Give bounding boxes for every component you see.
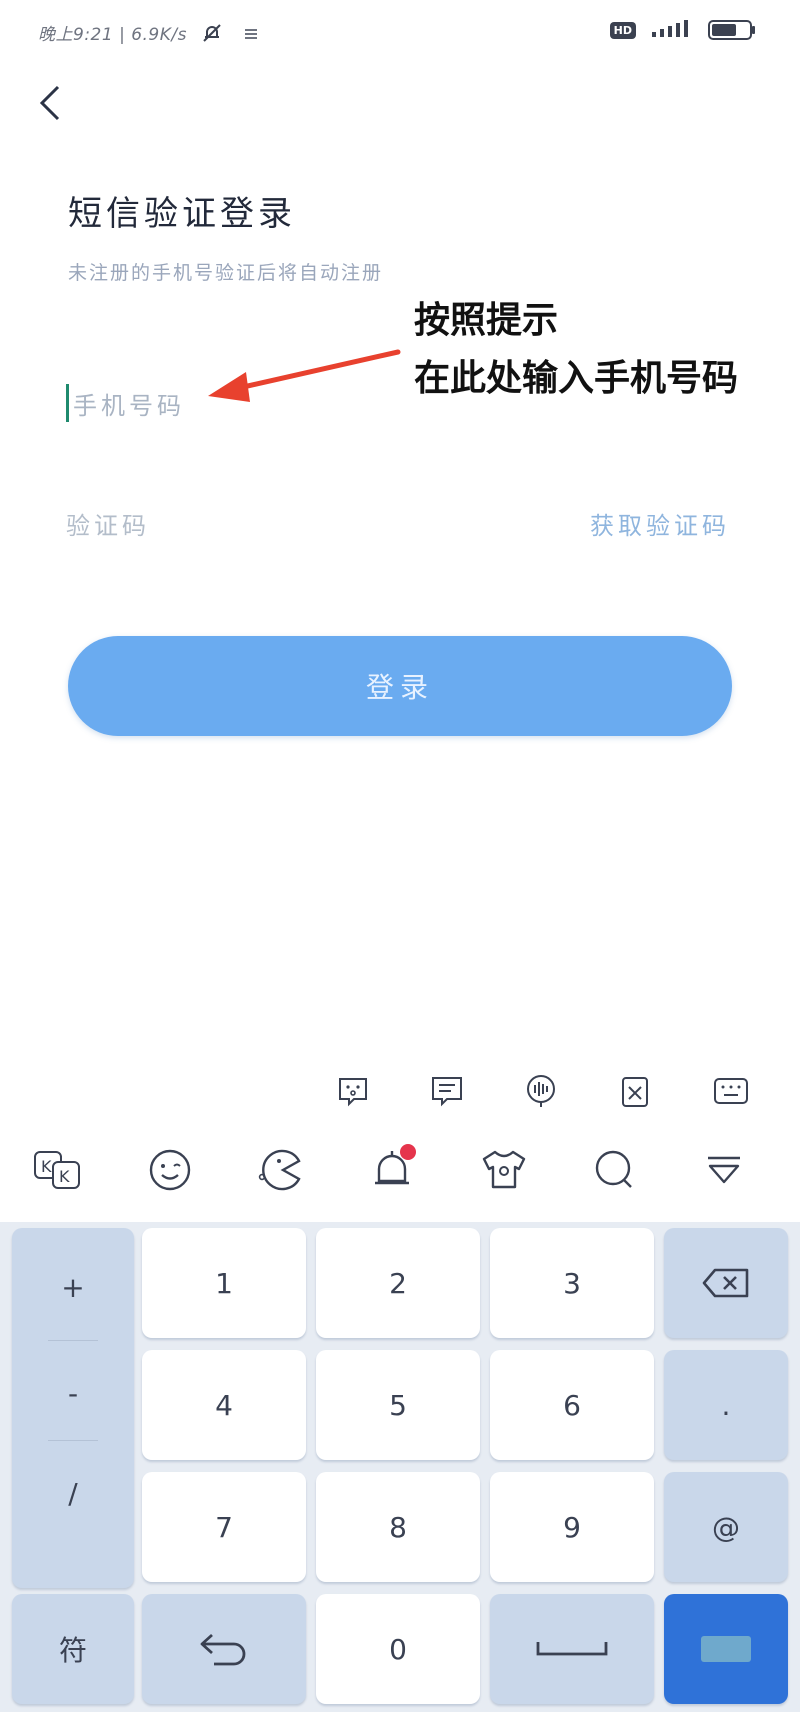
page-title: 短信验证登录 [68,194,296,234]
menu-icon [244,25,257,45]
dot-key[interactable]: . [664,1350,788,1460]
svg-text:K: K [59,1167,70,1186]
phone-placeholder: 手机号码 [73,391,185,420]
space-icon [536,1642,608,1656]
annotation-line-1: 按照提示 [414,300,559,341]
key-6[interactable]: 6 [490,1350,654,1460]
at-key[interactable]: @ [664,1472,788,1582]
kk-icon[interactable]: KK [28,1140,88,1200]
divider [48,1340,98,1341]
key-8[interactable]: 8 [316,1472,480,1582]
clipboard-icon[interactable] [610,1066,660,1116]
emoji-face-icon[interactable] [328,1066,378,1116]
code-field-row: 验证码 获取验证码 [66,498,730,548]
slash-key[interactable]: / [12,1444,134,1542]
minus-key[interactable]: - [12,1344,134,1442]
phone-input[interactable]: 手机号码 [66,374,730,432]
search-icon[interactable] [584,1140,644,1200]
signal-icon [650,18,694,42]
page-subtitle: 未注册的手机号验证后将自动注册 [68,262,384,284]
voice-icon[interactable] [516,1066,566,1116]
key-0[interactable]: 0 [316,1594,480,1704]
space-key[interactable] [490,1594,654,1704]
svg-text:K: K [41,1157,52,1176]
key-2[interactable]: 2 [316,1228,480,1338]
battery-icon [708,20,755,40]
login-button[interactable]: 登录 [68,636,732,736]
enter-key[interactable] [664,1594,788,1704]
collapse-icon[interactable] [694,1140,754,1200]
backspace-icon [702,1268,749,1298]
plus-key[interactable]: + [12,1238,134,1336]
symbol-key[interactable]: 符 [12,1594,134,1704]
enter-icon [701,1636,751,1662]
keyboard-icon[interactable] [706,1066,756,1116]
key-5[interactable]: 5 [316,1350,480,1460]
key-9[interactable]: 9 [490,1472,654,1582]
keyboard-suggestion-bar [0,1066,800,1126]
chevron-left-icon [39,85,60,121]
keyboard-toolbar: KK [0,1140,800,1210]
status-time-text: 晚上9:21 | 6.9K/s [38,25,187,45]
pacman-emoji-icon[interactable] [250,1140,310,1200]
key-7[interactable]: 7 [142,1472,306,1582]
bell-notification-icon[interactable] [362,1140,422,1200]
key-1[interactable]: 1 [142,1228,306,1338]
key-4[interactable]: 4 [142,1350,306,1460]
return-key[interactable] [142,1594,306,1704]
hd-icon: HD [609,21,636,39]
key-3[interactable]: 3 [490,1228,654,1338]
numeric-keypad: + - / 1 2 3 4 5 6 . 7 8 9 @ 符 0 [0,1222,800,1712]
text-list-icon[interactable] [422,1066,472,1116]
status-indicators: HD [609,18,755,42]
text-caret [66,384,69,422]
keyboard: KK + - / 1 2 3 4 5 6 . 7 8 9 @ 符 0 [0,1048,800,1712]
get-code-button[interactable]: 获取验证码 [590,506,730,541]
status-time: 晚上9:21 | 6.9K/s [38,20,257,49]
symbol-column: + - / [12,1228,134,1588]
notification-dot [400,1144,416,1160]
muted-bell-icon [201,22,223,49]
tshirt-icon[interactable] [474,1140,534,1200]
divider [48,1440,98,1441]
back-button[interactable] [38,80,74,126]
backspace-key[interactable] [664,1228,788,1338]
return-arrow-icon [200,1633,246,1666]
smile-icon[interactable] [140,1140,200,1200]
code-input[interactable]: 验证码 [66,506,150,541]
